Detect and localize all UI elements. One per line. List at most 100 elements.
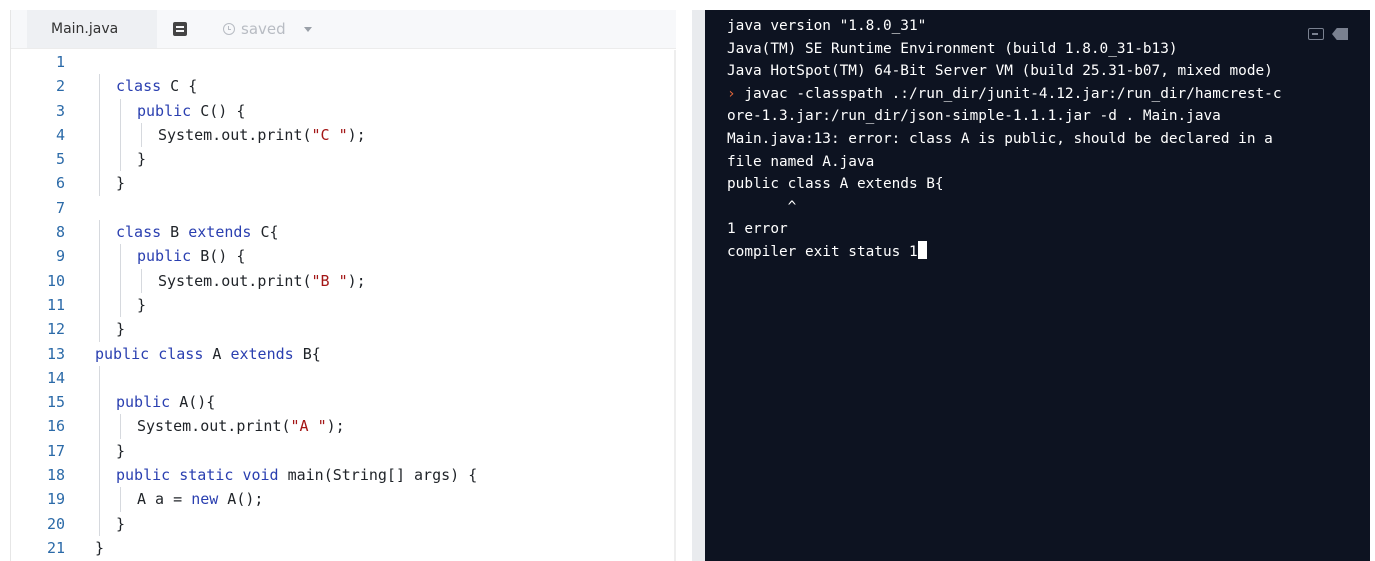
code-token: System.out.print( [158, 271, 312, 290]
code-line[interactable]: 18 public static void main(String[] args)… [11, 463, 676, 488]
line-number: 1 [55, 53, 65, 71]
code-token: A(){ [170, 393, 216, 412]
code-line[interactable]: 19 A a = new A(); [11, 487, 676, 512]
console-line: ore-1.3.jar:/run_dir/json-simple-1.1.1.j… [727, 105, 1360, 128]
console-line: compiler exit status 1 [727, 240, 1360, 264]
code-editor-panel[interactable]: Main.java saved 1 2 class C {3 public C() {… [10, 10, 676, 561]
code-line[interactable]: 20} [11, 511, 676, 536]
code-token: } [95, 538, 105, 557]
line-number: 14 [46, 368, 65, 387]
chevron-down-icon[interactable] [303, 26, 312, 32]
code-line[interactable]: 11} [11, 292, 676, 318]
indent-guide [120, 414, 121, 439]
code-token: } [116, 174, 126, 193]
code-token: C() { [191, 101, 246, 120]
code-token: ); [347, 271, 366, 290]
console-line: public class A extends B{ [727, 173, 1360, 196]
code-line[interactable]: 15 public A(){ [11, 390, 676, 415]
console-line-text: ore-1.3.jar:/run_dir/json-simple-1.1.1.j… [727, 108, 1221, 125]
code-token: System.out.print( [158, 125, 312, 144]
line-number: 13 [46, 344, 65, 363]
code-line[interactable]: 1 [11, 50, 676, 74]
code-token: main(String[] args) { [278, 466, 478, 485]
console-line-text: compiler exit status 1 [727, 243, 918, 260]
console-line-text: Java(TM) SE Runtime Environment (build 1… [727, 40, 1178, 57]
indent-guide [99, 147, 100, 172]
code-line[interactable]: 12} [11, 317, 676, 342]
code-line[interactable]: 6} [11, 171, 676, 196]
code-line[interactable]: 4 System.out.print("C "); [11, 122, 676, 148]
code-token: B [161, 223, 189, 242]
indent-guide [99, 390, 100, 415]
indent-guide [120, 244, 121, 269]
indent-guide [99, 317, 100, 342]
code-token: } [116, 320, 126, 339]
save-status-label: saved [241, 20, 286, 38]
console-line: Java HotSpot(TM) 64-Bit Server VM (build… [727, 60, 1360, 83]
line-number: 21 [46, 538, 65, 557]
keyword-token: public [95, 344, 150, 363]
code-line[interactable]: 17} [11, 438, 676, 464]
code-token: C { [161, 77, 198, 96]
indent-guide [99, 98, 100, 123]
code-token: System.out.print( [137, 417, 291, 436]
console-panel[interactable]: java version "1.8.0_31" Java(TM) SE Runti… [705, 10, 1370, 561]
code-line[interactable]: 2 class C { [11, 74, 676, 99]
indent-guide [120, 122, 121, 148]
code-text: } [95, 536, 104, 560]
console-line: file named A.java [727, 151, 1360, 174]
console-line: java version "1.8.0_31" [727, 15, 1360, 38]
clock-icon [223, 23, 235, 35]
indent-guide [99, 414, 100, 439]
code-area[interactable]: 1 2 class C {3 public C() {4 System.out.prin… [11, 50, 676, 560]
keyword-token: void [242, 466, 279, 485]
line-number: 3 [55, 101, 65, 120]
string-token: "B " [311, 271, 348, 290]
code-line[interactable]: 5} [11, 147, 676, 172]
code-text: A a = new A(); [137, 487, 263, 511]
code-token: A(); [218, 490, 264, 509]
line-number: 16 [46, 417, 65, 436]
code-line[interactable]: 21} [11, 536, 676, 560]
code-token: } [137, 295, 147, 314]
line-number: 12 [46, 320, 65, 339]
code-line[interactable]: 13 public class A extends B{ [11, 342, 676, 366]
keyword-token: class [116, 77, 162, 96]
indent-guide [120, 147, 121, 172]
keyword-token: extends [230, 344, 294, 363]
console-output[interactable]: java version "1.8.0_31" Java(TM) SE Runti… [727, 15, 1360, 264]
file-tab[interactable]: Main.java [27, 10, 157, 48]
code-line[interactable]: 14 [11, 365, 676, 391]
code-line[interactable]: 9 public B() { [11, 244, 676, 269]
code-line[interactable]: 16 System.out.print("A "); [11, 414, 676, 439]
keyword-token: class [158, 344, 204, 363]
console-line-text: Main.java:13: error: class A is public, … [727, 130, 1273, 147]
indent-guide [120, 487, 121, 512]
line-number: 9 [55, 247, 65, 266]
code-line[interactable]: 3 public C() { [11, 98, 676, 123]
line-number: 15 [46, 393, 65, 412]
code-text: System.out.print("A "); [137, 414, 345, 438]
save-status[interactable]: saved [223, 19, 312, 39]
console-line-text: 1 error [727, 221, 788, 238]
console-line-text: file named A.java [727, 153, 875, 170]
code-line[interactable]: 10 System.out.print("B "); [11, 268, 676, 293]
code-text: class C { [116, 74, 197, 98]
code-text: } [116, 171, 125, 195]
console-line-text: javac -classpath .:/run_dir/junit-4.12.j… [744, 85, 1282, 102]
keyword-token: public [116, 393, 171, 412]
code-token: ); [326, 417, 345, 436]
terminal-cursor [917, 240, 927, 259]
code-text: } [137, 147, 146, 171]
format-icon[interactable] [173, 22, 187, 36]
file-tab-label: Main.java [51, 21, 119, 37]
indent-guide [99, 365, 100, 391]
code-text: System.out.print("C "); [158, 123, 366, 147]
panel-divider[interactable] [692, 10, 705, 561]
code-line[interactable]: 7 [11, 196, 676, 220]
code-text: } [137, 293, 146, 317]
code-line[interactable]: 8 class B extends C{ [11, 220, 676, 245]
keyword-token: public [116, 466, 171, 485]
